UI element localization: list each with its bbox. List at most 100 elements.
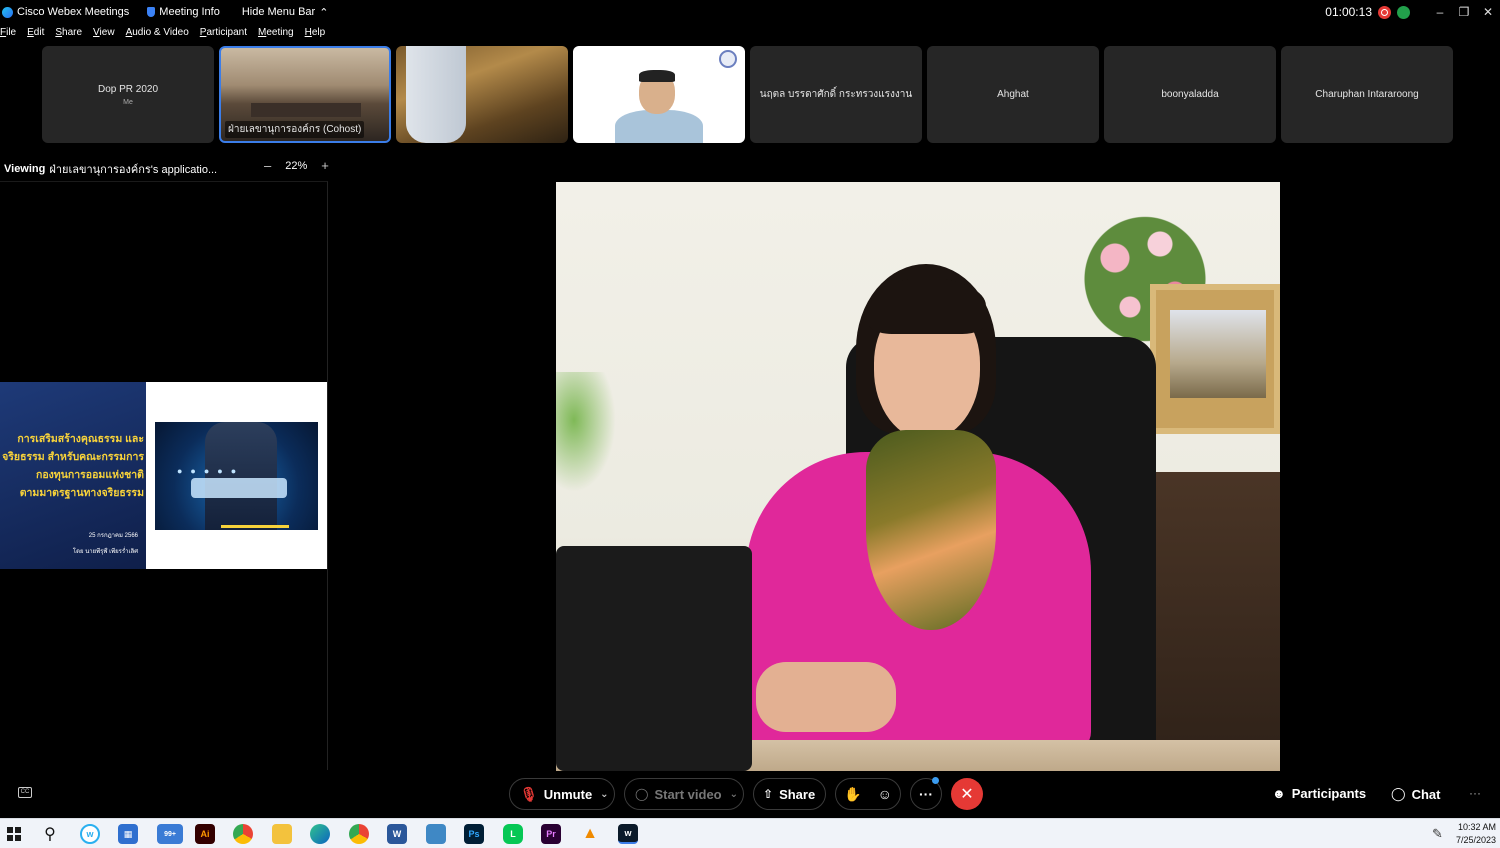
viewing-prefix: Viewing [4, 163, 46, 175]
taskbar-clock[interactable]: 10:32 AM 7/25/2023 [1456, 821, 1496, 847]
more-options-button[interactable]: ··· [910, 777, 942, 810]
menu-meeting[interactable]: Meeting [258, 27, 299, 43]
chrome-profile-icon[interactable] [349, 824, 369, 844]
minimize-button[interactable]: – [1428, 5, 1452, 19]
store-icon[interactable]: ▦ [118, 824, 138, 844]
video-background-plant [556, 372, 616, 492]
zoom-level: 22% [285, 159, 308, 172]
slide-title-line: การเสริมสร้างคุณธรรม และ [17, 433, 144, 445]
meeting-timer: 01:00:13 [1325, 5, 1372, 19]
slide-photo-caption [221, 524, 289, 528]
unmute-label: Unmute [543, 786, 593, 802]
chat-label: Chat [1411, 786, 1441, 802]
more-panels-button[interactable]: ··· [1469, 786, 1481, 800]
clock-date: 7/25/2023 [1455, 835, 1496, 845]
edge-icon[interactable] [310, 824, 330, 844]
participant-video-tile[interactable] [396, 46, 568, 143]
video-off-icon: ◯ [635, 787, 649, 801]
line-icon[interactable]: L [503, 824, 523, 844]
speaker-hands [756, 662, 896, 732]
menu-share[interactable]: Share [55, 27, 87, 43]
leave-meeting-button[interactable]: ✕ [951, 778, 983, 810]
slide-title-area: การเสริมสร้างคุณธรรม และ จริยธรรม สำหรับ… [0, 382, 146, 569]
zoom-out-button[interactable]: – [264, 158, 271, 173]
hide-menu-bar-button[interactable]: Hide Menu Bar ⌃ [242, 6, 329, 19]
search-icon[interactable]: ⚲ [40, 824, 60, 844]
notification-dot [932, 777, 939, 784]
participant-tile[interactable]: Ahghat [927, 46, 1099, 143]
vlc-icon[interactable]: ▲ [580, 824, 600, 844]
slide-title-line: กองทุนการออมแห่งชาติ [36, 469, 144, 481]
slide-title-line: จริยธรรม สำหรับคณะกรรมการ [2, 451, 144, 463]
slide-title-line: ตามมาตรฐานทางจริยธรรม [19, 487, 144, 499]
menu-participant[interactable]: Participant [200, 27, 252, 43]
video-laptop [556, 546, 752, 771]
shared-content-panel[interactable]: การเสริมสร้างคุณธรรม และ จริยธรรม สำหรับ… [0, 181, 328, 770]
viewing-text: ฝ่ายเลขานุการองค์กร's applicatio... [49, 164, 218, 176]
share-button[interactable]: ⇧ Share [753, 778, 826, 810]
taskbar: ⚲ w ▦ 99+ Ai W Ps L Pr ▲ w ✎ 10:32 AM 7/… [0, 818, 1500, 848]
zoom-in-button[interactable]: + [321, 158, 329, 173]
file-explorer-icon[interactable] [272, 824, 292, 844]
chat-icon: ◯ [1391, 786, 1406, 801]
slide-date: 25 กรกฎาคม 2566 [88, 533, 138, 539]
participant-video [639, 70, 675, 82]
reactions-icon[interactable]: ☺ [878, 786, 892, 802]
chevron-down-icon[interactable]: ⌄ [600, 789, 608, 800]
participant-name: boonyaladda [1161, 89, 1219, 100]
menu-edit[interactable]: Edit [27, 27, 49, 43]
meeting-info-button[interactable]: Meeting Info [147, 6, 220, 18]
restore-button[interactable]: ❐ [1452, 5, 1476, 19]
menu-audio-video[interactable]: Audio & Video [126, 27, 194, 43]
chevron-down-icon[interactable]: ⌄ [730, 789, 738, 800]
slide-photo-figure [205, 421, 277, 530]
participants-icon: ☻ [1272, 786, 1286, 801]
participants-button[interactable]: ☻ Participants [1272, 786, 1366, 801]
participant-tile[interactable]: boonyaladda [1104, 46, 1276, 143]
webex-taskbar-icon[interactable]: w [80, 824, 100, 844]
word-icon[interactable]: W [387, 824, 407, 844]
webex-meetings-taskbar-icon[interactable]: w [618, 824, 638, 844]
video-background-cabinet [1150, 472, 1280, 771]
participant-name: Dop PR 2020 [97, 83, 159, 95]
shield-icon [147, 7, 156, 17]
close-icon: ✕ [960, 786, 974, 803]
close-button[interactable]: ✕ [1476, 5, 1500, 19]
shared-slide: การเสริมสร้างคุณธรรม และ จริยธรรม สำหรับ… [0, 382, 327, 569]
app-name: Cisco Webex Meetings [17, 6, 130, 18]
participant-video-tile[interactable] [573, 46, 745, 143]
start-video-label: Start video [654, 786, 722, 802]
speaker-bangs [868, 278, 986, 334]
network-health-icon[interactable] [1397, 5, 1410, 19]
clock-time: 10:32 AM [1457, 822, 1496, 832]
raise-hand-icon[interactable]: ✋ [844, 786, 861, 803]
photos-icon[interactable] [426, 824, 446, 844]
participant-tile[interactable]: นฤตล บรรดาศักดิ์ กระทรวงแรงงาน [750, 46, 922, 143]
closed-captions-icon[interactable]: CC [18, 787, 32, 798]
mail-icon[interactable]: 99+ [157, 824, 183, 844]
menu-help[interactable]: Help [305, 27, 331, 43]
unmute-button[interactable]: 🎙 Unmute ⌄ [509, 778, 615, 810]
participants-label: Participants [1291, 786, 1367, 801]
recording-icon[interactable] [1378, 5, 1391, 19]
start-video-button[interactable]: ◯ Start video ⌄ [624, 778, 744, 810]
emblem-icon [719, 50, 737, 68]
participant-tile[interactable]: Dop PR 2020 Me [42, 46, 214, 143]
menu-file[interactable]: File [0, 27, 21, 43]
chat-button[interactable]: ◯ Chat [1391, 786, 1440, 802]
windows-start-icon[interactable] [4, 824, 24, 844]
zoom-control: – 22% + [264, 158, 329, 173]
share-icon: ⇧ [763, 787, 774, 801]
menu-view[interactable]: View [93, 27, 120, 43]
photoshop-icon[interactable]: Ps [464, 824, 484, 844]
slide-photo: ●●●●● [155, 421, 318, 530]
participant-tile[interactable]: Charuphan Intararoong [1281, 46, 1453, 143]
chrome-icon[interactable] [233, 824, 253, 844]
pen-icon[interactable]: ✎ [1432, 826, 1443, 842]
active-speaker-video[interactable] [556, 182, 1280, 771]
participant-tile-cohost[interactable]: ฝ่ายเลขานุการองค์กร (Cohost) [219, 46, 391, 143]
participant-video [615, 110, 703, 143]
premiere-icon[interactable]: Pr [541, 824, 561, 844]
participant-name: ฝ่ายเลขานุการองค์กร (Cohost) [225, 121, 365, 138]
illustrator-icon[interactable]: Ai [195, 824, 215, 844]
